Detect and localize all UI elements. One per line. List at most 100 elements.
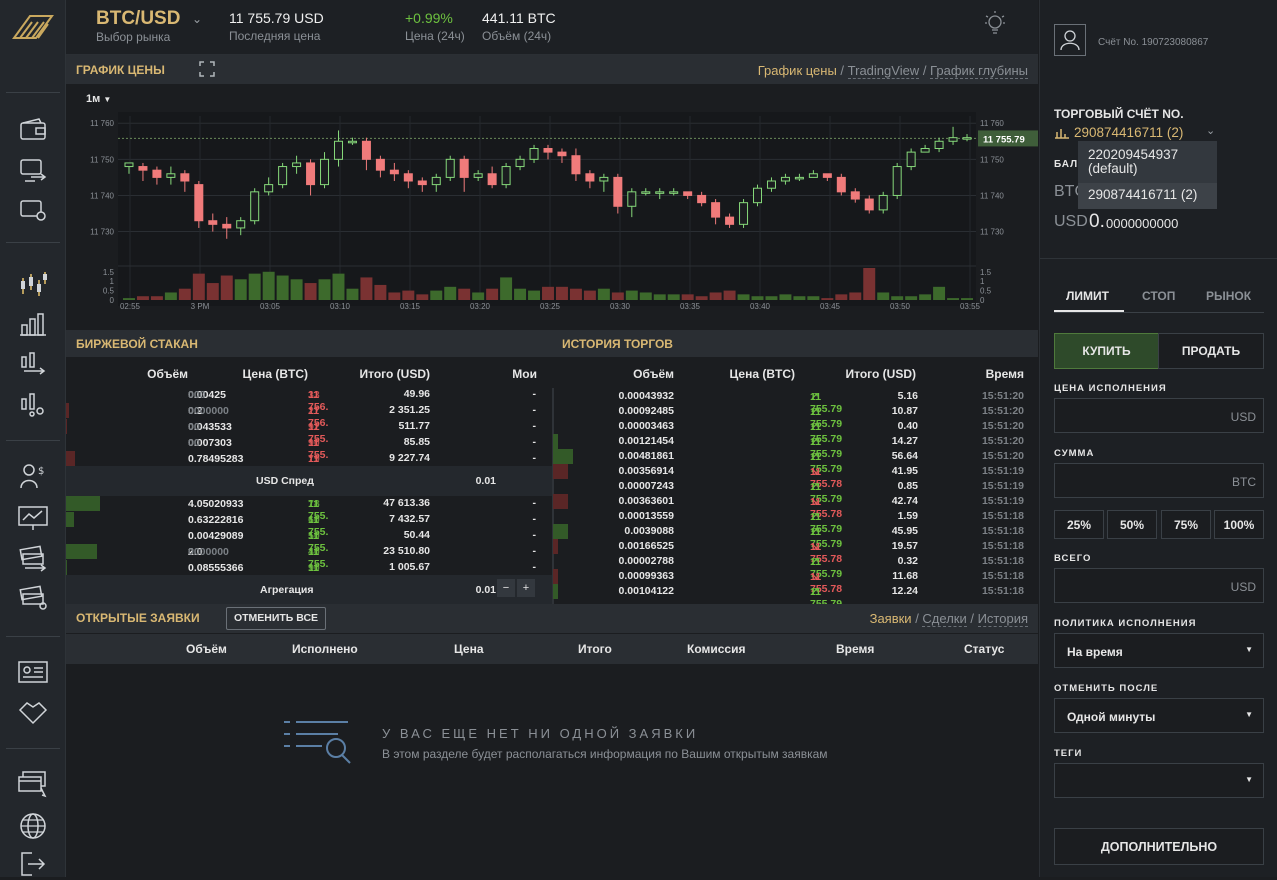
lightbulb-icon[interactable]: [984, 10, 1006, 41]
sell-button[interactable]: ПРОДАТЬ: [1158, 333, 1264, 369]
orderbook-bid-row[interactable]: 0.08555366 11 754.90 1 005.67 -: [66, 560, 540, 586]
id-card-icon[interactable]: [14, 656, 52, 688]
wallet-transfer-icon[interactable]: [14, 154, 52, 186]
trade-volume: 0.00007243: [618, 480, 674, 492]
candle: [138, 166, 148, 171]
orderbook-bid-row[interactable]: 2.0 0000000 11 755. 40 23 510.80 -: [66, 544, 540, 570]
interval-value[interactable]: 1м: [86, 93, 100, 105]
cards-icon[interactable]: [14, 768, 52, 800]
volume-24h-label: Объём (24ч): [482, 29, 552, 43]
y-tick-label-right: 11 740: [980, 191, 1004, 200]
money-exchange-icon[interactable]: [14, 542, 52, 574]
candle: [403, 173, 413, 182]
x-tick-label: 02:55: [120, 302, 141, 311]
tab-price-chart[interactable]: График цены: [758, 63, 837, 78]
volume-bar: [723, 290, 736, 300]
globe-icon[interactable]: [14, 810, 52, 842]
orderbook-ask-row[interactable]: 0.78495283 11 755.79 9 227.74 -: [66, 451, 540, 477]
volume-bar: [765, 296, 778, 300]
pct-100-button[interactable]: 100%: [1214, 510, 1264, 539]
wallet-icon[interactable]: [14, 114, 52, 146]
chevron-down-icon[interactable]: ⌄: [192, 12, 202, 26]
tab-orders[interactable]: Заявки: [870, 611, 912, 626]
volume-bar: [919, 294, 932, 300]
trade-volume: 0.0039088: [624, 525, 674, 537]
orderbook-ask-row[interactable]: 0.043533 00 11 755. 92 511.77 -: [66, 419, 540, 445]
pct-25-button[interactable]: 25%: [1054, 510, 1104, 539]
trade-depth-bar: [553, 539, 558, 554]
orderbook-bid-row[interactable]: 0.00429089 11 755. 50 50.44 -: [66, 528, 540, 554]
orderbook-ask-row[interactable]: 0.2 0000000 11 756. 27 2 351.25 -: [66, 403, 540, 429]
buy-button[interactable]: КУПИТЬ: [1054, 333, 1159, 369]
market-selector[interactable]: BTC/USD ⌄ Выбор рынка: [96, 8, 216, 44]
pct-50-button[interactable]: 50%: [1107, 510, 1157, 539]
tab-depth-chart[interactable]: График глубины: [930, 63, 1028, 79]
volume-bar: [849, 292, 862, 300]
interval-selector[interactable]: 1м ▼: [86, 93, 111, 105]
user-finance-icon[interactable]: $: [14, 460, 52, 492]
orderbook-bid-row[interactable]: 0.63222816 11 755. 60 7 432.57 -: [66, 512, 540, 538]
tab-tradingview[interactable]: TradingView: [847, 63, 920, 79]
volume-bar: [192, 273, 205, 300]
more-button[interactable]: ДОПОЛНИТЕЛЬНО: [1054, 828, 1264, 865]
ob-col-price: Цена (BTC): [242, 367, 309, 381]
total-unit: USD: [1230, 580, 1256, 594]
total-input[interactable]: USD: [1054, 568, 1264, 603]
money-network-icon[interactable]: [14, 582, 52, 614]
bar-chart-small-icon: [1054, 126, 1070, 142]
pair-name[interactable]: BTC/USD: [96, 8, 180, 29]
logo-icon[interactable]: [8, 10, 58, 42]
policy-select[interactable]: На время ▼: [1054, 633, 1264, 668]
candle: [152, 169, 162, 178]
aggregation-plus-button[interactable]: +: [517, 579, 535, 597]
wallet-settings-icon[interactable]: [14, 194, 52, 226]
handshake-icon[interactable]: [14, 696, 52, 728]
dropdown-option-2[interactable]: 290874416711 (2): [1078, 183, 1217, 209]
logout-icon[interactable]: [14, 848, 52, 880]
vol-tick-label-right: 0: [980, 296, 985, 305]
trade-volume: 0.00104122: [618, 585, 674, 597]
ob-mine: -: [532, 561, 537, 573]
depth-bar: [66, 419, 67, 434]
dropdown-option-default[interactable]: 220209454937 (default): [1088, 148, 1178, 176]
price-change-label: Цена (24ч): [405, 29, 465, 43]
candle: [627, 191, 637, 207]
tab-history[interactable]: История: [977, 611, 1028, 627]
orderbook-ask-row[interactable]: 0.007303 00 11 755. 90 85.85 -: [66, 435, 540, 461]
orderbook-bid-row[interactable]: 4.05020933 11 755. 78 47 613.36 -: [66, 496, 540, 522]
presentation-chart-icon[interactable]: [14, 502, 52, 534]
exchange-chart-icon[interactable]: [14, 348, 52, 380]
tab-market[interactable]: РЫНОК: [1206, 289, 1251, 303]
fullscreen-icon[interactable]: [199, 61, 215, 80]
tab-stop[interactable]: СТОП: [1142, 289, 1175, 303]
trade-time: 15:51:18: [981, 525, 1024, 537]
user-avatar-icon[interactable]: [1054, 24, 1086, 56]
price-input[interactable]: USD: [1054, 398, 1264, 433]
volume-bar: [681, 294, 694, 300]
price-chart[interactable]: 11 760 11 760 11 750 11 750 11 740 11 740 11 7…: [66, 112, 1038, 330]
orderbook-ask-row[interactable]: 0.00425 000 11 756. 33 49.96 -: [66, 387, 540, 413]
cancel-after-select[interactable]: Одной минуты ▼: [1054, 698, 1264, 733]
amount-unit: BTC: [1232, 475, 1256, 489]
candle: [739, 202, 749, 225]
bar-chart-icon[interactable]: [14, 308, 52, 340]
dropdown-option-default-number: 220209454937: [1088, 147, 1179, 162]
tags-select[interactable]: ▼: [1054, 763, 1264, 798]
tab-limit[interactable]: ЛИМИТ: [1066, 289, 1109, 303]
account-chevron-icon[interactable]: ⌄: [1206, 124, 1215, 137]
ob-mine: -: [532, 529, 537, 541]
trade-total: 41.95: [891, 465, 918, 477]
ob-mine: -: [532, 513, 537, 525]
selected-trading-account[interactable]: 290874416711 (2): [1074, 125, 1183, 140]
amount-input[interactable]: BTC: [1054, 463, 1264, 498]
trade-total: 11.68: [892, 570, 918, 582]
pct-75-button[interactable]: 75%: [1161, 510, 1211, 539]
cancel-all-button[interactable]: ОТМЕНИТЬ ВСЕ: [226, 607, 326, 630]
aggregation-minus-button[interactable]: −: [497, 579, 515, 597]
network-chart-icon[interactable]: [14, 388, 52, 420]
candle: [878, 194, 888, 211]
aggregation-value: 0.01: [475, 584, 496, 596]
trade-total: 1.59: [897, 510, 918, 522]
candlestick-chart-icon[interactable]: [14, 268, 52, 300]
tab-deals[interactable]: Сделки: [922, 611, 967, 627]
